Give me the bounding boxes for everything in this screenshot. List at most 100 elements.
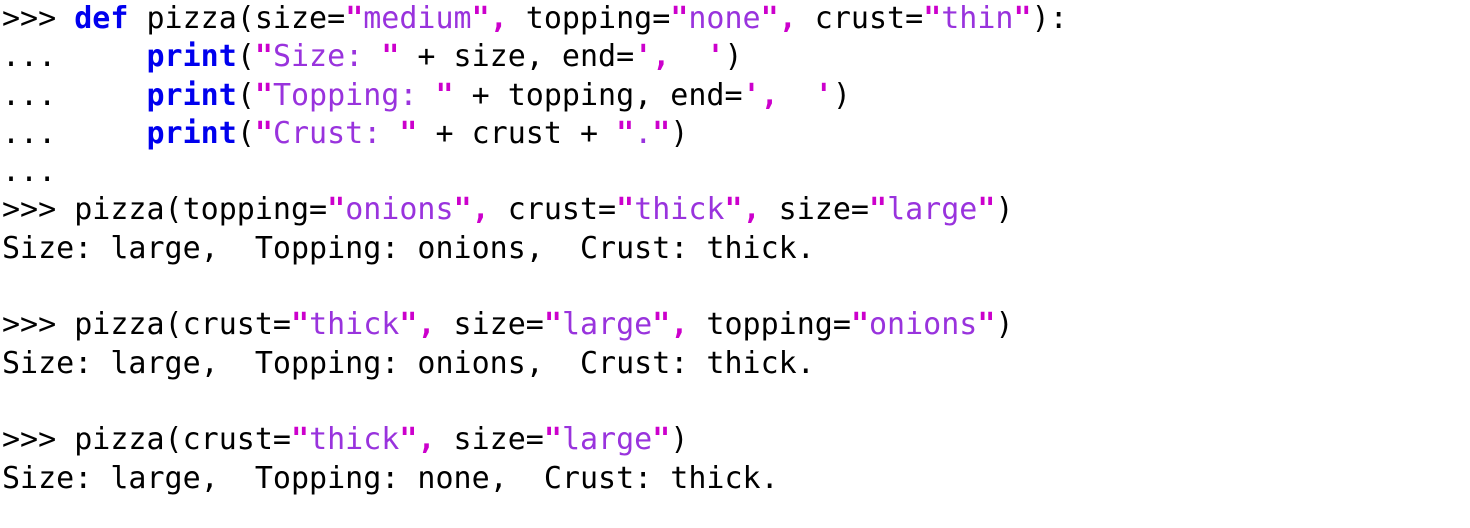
token-quote: " (850, 307, 869, 343)
token-string: thick (309, 307, 400, 343)
token-plain: topping= (688, 307, 851, 343)
token-plain: pizza(size= (128, 1, 346, 36)
token-string: . (634, 115, 653, 151)
token-string: large (561, 422, 653, 458)
token-string: large (887, 192, 978, 228)
token-quote: " (652, 115, 671, 151)
token-quote: " (977, 307, 996, 343)
token-prompt: ... (2, 115, 75, 151)
token-quote: " (254, 77, 273, 113)
token-quote: " (291, 422, 310, 458)
token-quote: " (291, 307, 310, 343)
token-prompt: >>> (2, 192, 75, 228)
token-plain: ) (832, 77, 851, 113)
token-string: none (688, 1, 761, 36)
token-string: thin (941, 1, 1014, 36)
token-quote: " (1013, 1, 1032, 36)
token-plain: + topping, end= (453, 77, 743, 113)
token-string (779, 78, 815, 113)
token-plain: topping= (507, 1, 671, 36)
token-prompt: >>> (2, 422, 75, 458)
console-line-input: >>> pizza(topping="onions", crust="thick… (2, 191, 1470, 229)
token-prompt: >>> (2, 307, 75, 343)
token-quote: " (760, 1, 779, 36)
token-quote: " (254, 115, 273, 151)
token-output: Size: large, Topping: onions, Crust: thi… (2, 345, 815, 381)
python-repl-console[interactable]: >>> def pizza(size="medium", topping="no… (0, 0, 1470, 528)
token-plain: ) (995, 192, 1014, 228)
console-line-input: ... (2, 153, 1470, 191)
token-quote: " (652, 422, 671, 458)
console-line-input: ... print("Crust: " + crust + ".") (2, 115, 1470, 153)
token-plain: ) (995, 307, 1014, 343)
token-string: large (561, 307, 653, 343)
token-plain: pizza(topping= (74, 192, 328, 228)
token-plain: ( (236, 77, 255, 113)
token-quote: , (417, 307, 436, 343)
token-output: Size: large, Topping: onions, Crust: thi… (2, 230, 815, 266)
console-line-output: Size: large, Topping: none, Crust: thick… (2, 460, 1470, 498)
token-quote: , (670, 307, 689, 343)
token-quote: " (254, 39, 273, 75)
token-quote: ' (814, 77, 833, 113)
token-quote: " (471, 1, 490, 36)
console-line-input: ... print("Size: " + size, end=', ') (2, 38, 1470, 76)
token-plain: ) (724, 39, 743, 75)
console-line-input: ... print("Topping: " + topping, end=', … (2, 77, 1470, 115)
token-keyword: print (146, 115, 237, 151)
token-quote: , (778, 1, 797, 36)
token-string: Size: (272, 39, 382, 75)
token-plain: pizza(crust= (74, 422, 291, 458)
token-string: medium (363, 1, 472, 36)
console-line-output: Size: large, Topping: onions, Crust: thi… (2, 230, 1470, 268)
token-quote: " (977, 192, 996, 228)
token-keyword: print (146, 39, 237, 75)
token-quote: " (923, 1, 942, 36)
console-line-blank (2, 268, 1470, 306)
token-quote: ' (634, 39, 653, 75)
token-plain: size= (760, 192, 869, 228)
token-quote: ' (706, 39, 725, 75)
token-quote: , (489, 1, 508, 36)
token-plain: + size, end= (399, 39, 635, 75)
token-quote: " (345, 1, 364, 36)
token-string: thick (309, 422, 400, 458)
token-quote: , (742, 192, 761, 228)
token-plain: ( (236, 115, 255, 151)
token-string: Crust: (272, 115, 400, 151)
token-plain: + crust + (417, 115, 617, 151)
token-string: Topping: (272, 77, 436, 113)
token-string: onions (345, 192, 454, 228)
token-prompt: >>> (2, 1, 75, 36)
token-quote: " (543, 307, 562, 343)
token-plain: pizza(crust= (74, 307, 291, 343)
token-plain: ) (670, 115, 689, 151)
token-quote: " (652, 307, 671, 343)
console-line-input: >>> pizza(crust="thick", size="large", t… (2, 306, 1470, 344)
token-plain: size= (435, 307, 544, 343)
token-string: thick (634, 192, 725, 228)
token-plain: ): (1031, 1, 1068, 36)
token-quote: " (399, 422, 418, 458)
token-quote: " (869, 192, 888, 228)
token-quote: " (327, 192, 346, 228)
token-plain: crust= (796, 1, 924, 36)
token-prompt: ... (2, 154, 57, 190)
token-quote: " (724, 192, 743, 228)
console-line-output: Size: large, Topping: onions, Crust: thi… (2, 345, 1470, 383)
token-keyword: print (146, 77, 237, 113)
token-quote: " (543, 422, 562, 458)
token-prompt: ... (2, 77, 75, 113)
token-quote: , (652, 39, 671, 75)
token-quote: " (616, 115, 635, 151)
token-quote: " (616, 192, 635, 228)
token-quote: " (453, 192, 472, 228)
token-keyword: def (74, 1, 129, 36)
token-quote: , (471, 192, 490, 228)
token-plain: crust= (489, 192, 617, 228)
token-quote: , (760, 77, 779, 113)
token-plain: size= (435, 422, 544, 458)
